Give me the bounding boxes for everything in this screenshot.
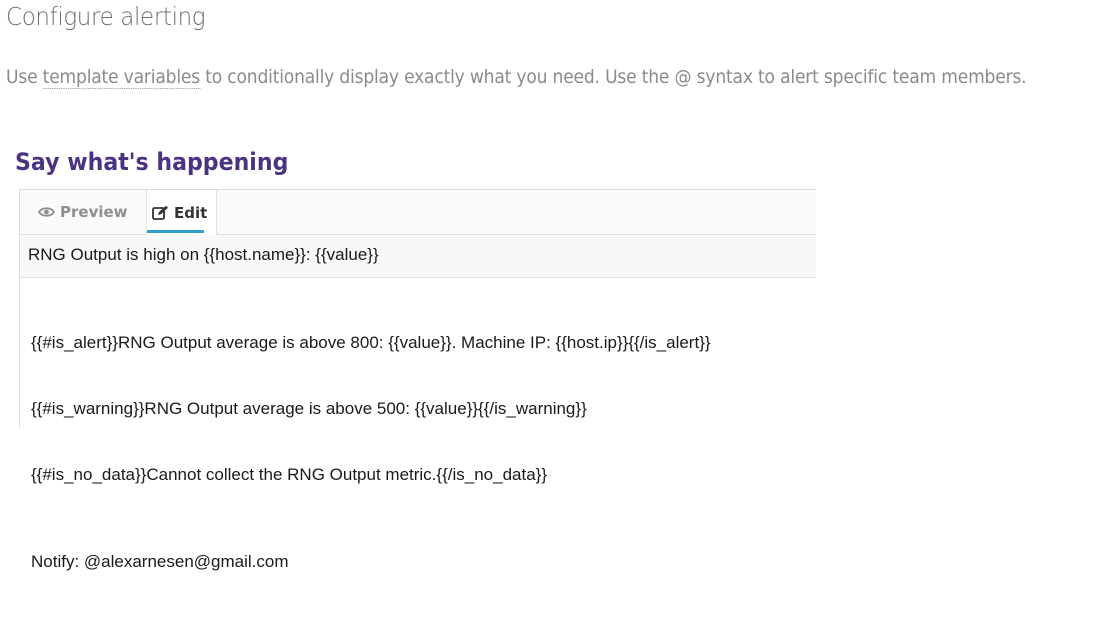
body-line-alert: {{#is_alert}}RNG Output average is above… xyxy=(31,333,711,352)
tab-edit[interactable]: Edit xyxy=(146,190,217,235)
template-variables-link[interactable]: template variables xyxy=(42,66,200,89)
tab-preview-label: Preview xyxy=(60,203,128,221)
section-title: Say what's happening xyxy=(15,148,289,176)
notification-body-text: {{#is_alert}}RNG Output average is above… xyxy=(31,288,711,617)
intro-text-before: Use xyxy=(6,66,43,88)
intro-text-after: to conditionally display exactly what yo… xyxy=(199,66,1027,88)
notification-body-textarea[interactable]: {{#is_alert}}RNG Output average is above… xyxy=(20,278,816,571)
body-line-no-data: {{#is_no_data}}Cannot collect the RNG Ou… xyxy=(31,465,548,484)
message-editor: Preview Edit RNG Output is high on {{hos… xyxy=(19,189,816,571)
tab-edit-label: Edit xyxy=(174,203,208,222)
page-title: Configure alerting xyxy=(6,2,206,31)
body-line-warning: {{#is_warning}}RNG Output average is abo… xyxy=(31,399,587,418)
eye-icon xyxy=(38,206,55,218)
notification-title-field[interactable]: RNG Output is high on {{host.name}}: {{v… xyxy=(20,235,816,278)
tab-preview[interactable]: Preview xyxy=(38,190,128,234)
body-line-notify: Notify: @alexarnesen@gmail.com xyxy=(31,552,289,571)
edit-icon xyxy=(152,205,169,221)
notification-title-value: RNG Output is high on {{host.name}}: {{v… xyxy=(28,245,379,264)
intro-text: Use template variables to conditionally … xyxy=(6,66,1027,89)
active-tab-indicator xyxy=(147,230,204,233)
editor-tabbar: Preview Edit xyxy=(20,190,816,235)
